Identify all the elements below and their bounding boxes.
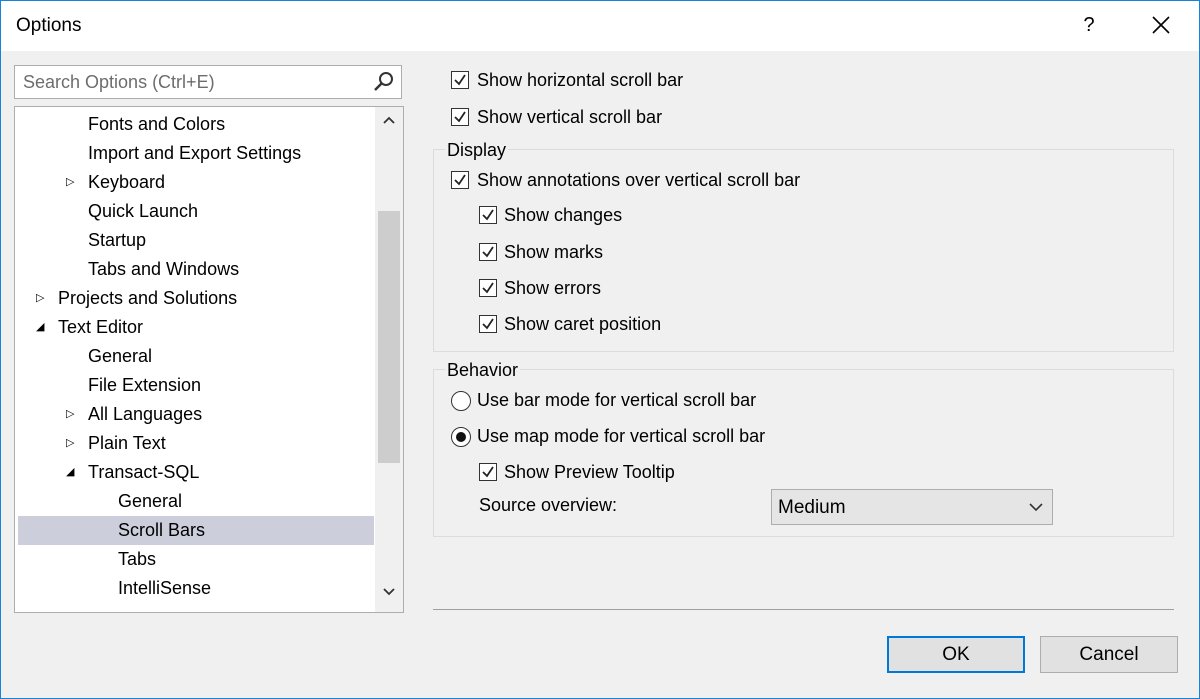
search-input[interactable]: Search Options (Ctrl+E) xyxy=(14,65,402,99)
map-mode-radio[interactable] xyxy=(451,427,471,447)
scroll-down-icon[interactable] xyxy=(382,587,396,597)
tree-item-label: Fonts and Colors xyxy=(88,114,226,134)
show-changes-checkbox[interactable] xyxy=(479,206,497,224)
show-marks-label: Show marks xyxy=(504,242,604,262)
collapsed-triangle-icon[interactable]: ▷ xyxy=(66,168,78,197)
checkmark-icon xyxy=(482,209,494,221)
expanded-triangle-icon[interactable]: ◢ xyxy=(66,458,78,487)
search-placeholder: Search Options (Ctrl+E) xyxy=(23,72,215,92)
tree-item[interactable]: Tabs xyxy=(18,545,374,574)
tree-scrollbar[interactable] xyxy=(375,107,403,612)
tree-item[interactable]: ◢ Text Editor xyxy=(18,313,374,342)
bar-mode-radio[interactable] xyxy=(451,391,471,411)
tree-item[interactable]: General xyxy=(18,487,374,516)
display-group-title: Display xyxy=(445,140,509,161)
tree-item[interactable]: IntelliSense xyxy=(18,574,374,603)
checkmark-icon xyxy=(454,111,466,123)
source-overview-label: Source overview: xyxy=(479,495,618,515)
show-horizontal-label: Show horizontal scroll bar xyxy=(477,70,684,90)
tree-item-label: Import and Export Settings xyxy=(88,143,302,163)
tree-item[interactable]: Scroll Bars xyxy=(18,516,374,545)
ok-button[interactable]: OK xyxy=(887,636,1025,673)
behavior-group-title: Behavior xyxy=(445,360,521,381)
tree-item-label: General xyxy=(118,491,183,511)
close-button[interactable] xyxy=(1141,7,1181,43)
tree-item[interactable]: Tabs and Windows xyxy=(18,255,374,284)
options-tree[interactable]: IntelliSense Tabs Scroll Bars General ◢ Trans… xyxy=(14,106,404,613)
tree-item-label: Tabs xyxy=(118,549,157,569)
tree-item-label: General xyxy=(88,346,153,366)
show-annotations-checkbox[interactable] xyxy=(451,171,469,189)
tree-item[interactable]: General xyxy=(18,342,374,371)
tree-item-label: Scroll Bars xyxy=(118,520,206,540)
tree-item[interactable]: Quick Launch xyxy=(18,197,374,226)
expanded-triangle-icon[interactable]: ◢ xyxy=(36,313,48,342)
checkmark-icon xyxy=(482,318,494,330)
source-overview-dropdown[interactable]: Medium xyxy=(771,489,1053,525)
radio-selected-dot xyxy=(456,432,466,442)
tree-item-label: Text Editor xyxy=(58,317,144,337)
show-errors-label: Show errors xyxy=(504,278,602,298)
collapsed-triangle-icon[interactable]: ▷ xyxy=(66,429,78,458)
show-annotations-label: Show annotations over vertical scroll ba… xyxy=(477,170,801,190)
tree-item-label: Startup xyxy=(88,230,147,250)
checkmark-icon xyxy=(482,466,494,478)
checkmark-icon xyxy=(482,282,494,294)
options-dialog: Options ? Search Options (Ctrl+E) Intell… xyxy=(0,0,1200,699)
checkmark-icon xyxy=(454,74,466,86)
tree-item-label: Plain Text xyxy=(88,433,166,453)
show-vertical-checkbox[interactable] xyxy=(451,108,469,126)
checkmark-icon xyxy=(454,174,466,186)
search-icon[interactable] xyxy=(372,70,396,94)
map-mode-label: Use map mode for vertical scroll bar xyxy=(477,426,766,446)
tree-item[interactable]: ▷ Projects and Solutions xyxy=(18,284,374,313)
tree-item-label: Keyboard xyxy=(88,172,166,192)
cancel-button[interactable]: Cancel xyxy=(1040,636,1178,673)
tree-item-label: File Extension xyxy=(88,375,202,395)
close-icon xyxy=(1152,16,1170,34)
tree-item-label: Transact-SQL xyxy=(88,462,200,482)
chevron-down-icon xyxy=(1029,503,1043,512)
checkmark-icon xyxy=(482,246,494,258)
bar-mode-label: Use bar mode for vertical scroll bar xyxy=(477,390,757,410)
tree-item[interactable]: File Extension xyxy=(18,371,374,400)
preview-tooltip-label: Show Preview Tooltip xyxy=(504,462,675,482)
tree-item[interactable]: Fonts and Colors xyxy=(18,110,374,139)
tree-item-label: IntelliSense xyxy=(118,578,212,598)
help-button[interactable]: ? xyxy=(1071,7,1107,43)
show-horizontal-checkbox[interactable] xyxy=(451,71,469,89)
collapsed-triangle-icon[interactable]: ▷ xyxy=(36,284,48,313)
show-vertical-label: Show vertical scroll bar xyxy=(477,107,663,127)
tree-item-label: Tabs and Windows xyxy=(88,259,240,279)
show-errors-checkbox[interactable] xyxy=(479,279,497,297)
show-marks-checkbox[interactable] xyxy=(479,243,497,261)
tree-item[interactable]: ▷ All Languages xyxy=(18,400,374,429)
show-caret-label: Show caret position xyxy=(504,314,662,334)
tree-item[interactable]: Startup xyxy=(18,226,374,255)
tree-item[interactable]: ▷ Plain Text xyxy=(18,429,374,458)
tree-item-label: Quick Launch xyxy=(88,201,199,221)
title-bar: Options ? xyxy=(1,1,1199,51)
show-caret-checkbox[interactable] xyxy=(479,315,497,333)
window-title: Options xyxy=(16,15,82,36)
preview-tooltip-checkbox[interactable] xyxy=(479,463,497,481)
scroll-up-icon[interactable] xyxy=(382,115,396,125)
tree-item-label: Projects and Solutions xyxy=(58,288,238,308)
tree-item[interactable]: Import and Export Settings xyxy=(18,139,374,168)
tree-item-label: All Languages xyxy=(88,404,203,424)
tree-item[interactable]: ◢ Transact-SQL xyxy=(18,458,374,487)
collapsed-triangle-icon[interactable]: ▷ xyxy=(66,400,78,429)
scroll-thumb[interactable] xyxy=(378,211,400,463)
show-changes-label: Show changes xyxy=(504,205,623,225)
source-overview-value: Medium xyxy=(778,497,846,518)
tree-item[interactable]: ▷ Keyboard xyxy=(18,168,374,197)
footer-divider xyxy=(433,609,1174,610)
